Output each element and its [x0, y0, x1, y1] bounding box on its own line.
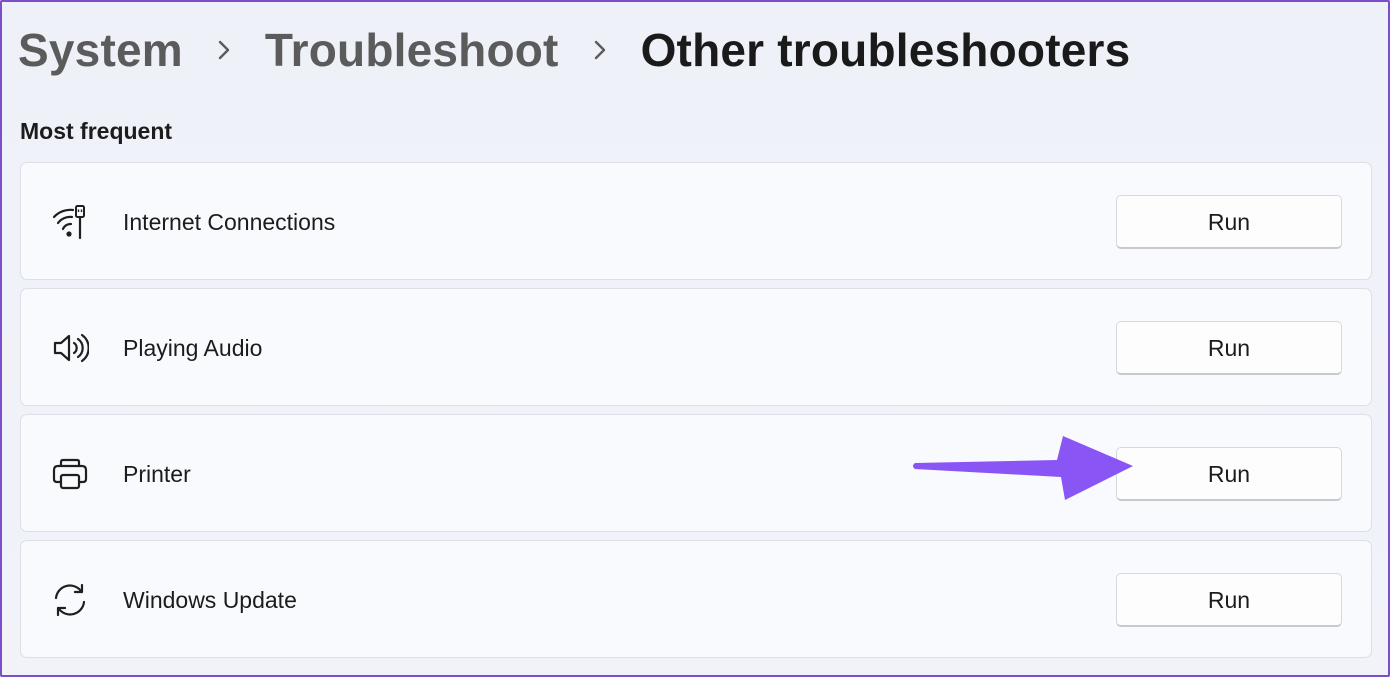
breadcrumb: System Troubleshoot Other troubleshooter… [18, 20, 1130, 80]
wifi-ethernet-icon [51, 204, 89, 240]
troubleshooter-label: Internet Connections [123, 209, 336, 235]
chevron-right-icon [583, 39, 617, 61]
chevron-right-icon [207, 39, 241, 61]
troubleshooter-windows-update: Windows Update Run [20, 540, 1372, 658]
run-printer-button[interactable]: Run [1116, 447, 1342, 501]
sync-icon [51, 582, 89, 618]
breadcrumb-system[interactable]: System [18, 23, 183, 77]
run-windows-update-button[interactable]: Run [1116, 573, 1342, 627]
run-internet-connections-button[interactable]: Run [1116, 195, 1342, 249]
troubleshooter-printer: Printer Run [20, 414, 1372, 532]
run-playing-audio-button[interactable]: Run [1116, 321, 1342, 375]
troubleshooter-label: Printer [123, 461, 191, 487]
speaker-icon [51, 330, 90, 366]
troubleshooter-label: Playing Audio [123, 335, 263, 361]
troubleshooter-playing-audio: Playing Audio Run [20, 288, 1372, 406]
section-title: Most frequent [20, 118, 173, 144]
breadcrumb-troubleshoot[interactable]: Troubleshoot [265, 23, 559, 77]
troubleshooter-label: Windows Update [123, 587, 297, 613]
page-title: Other troubleshooters [640, 24, 1131, 76]
printer-icon [51, 456, 89, 492]
window-frame: System Troubleshoot Other troubleshooter… [0, 0, 1390, 677]
troubleshooter-internet-connections: Internet Connections Run [20, 162, 1372, 280]
troubleshooter-list: Internet Connections Run Playing Audio R… [20, 162, 1372, 666]
